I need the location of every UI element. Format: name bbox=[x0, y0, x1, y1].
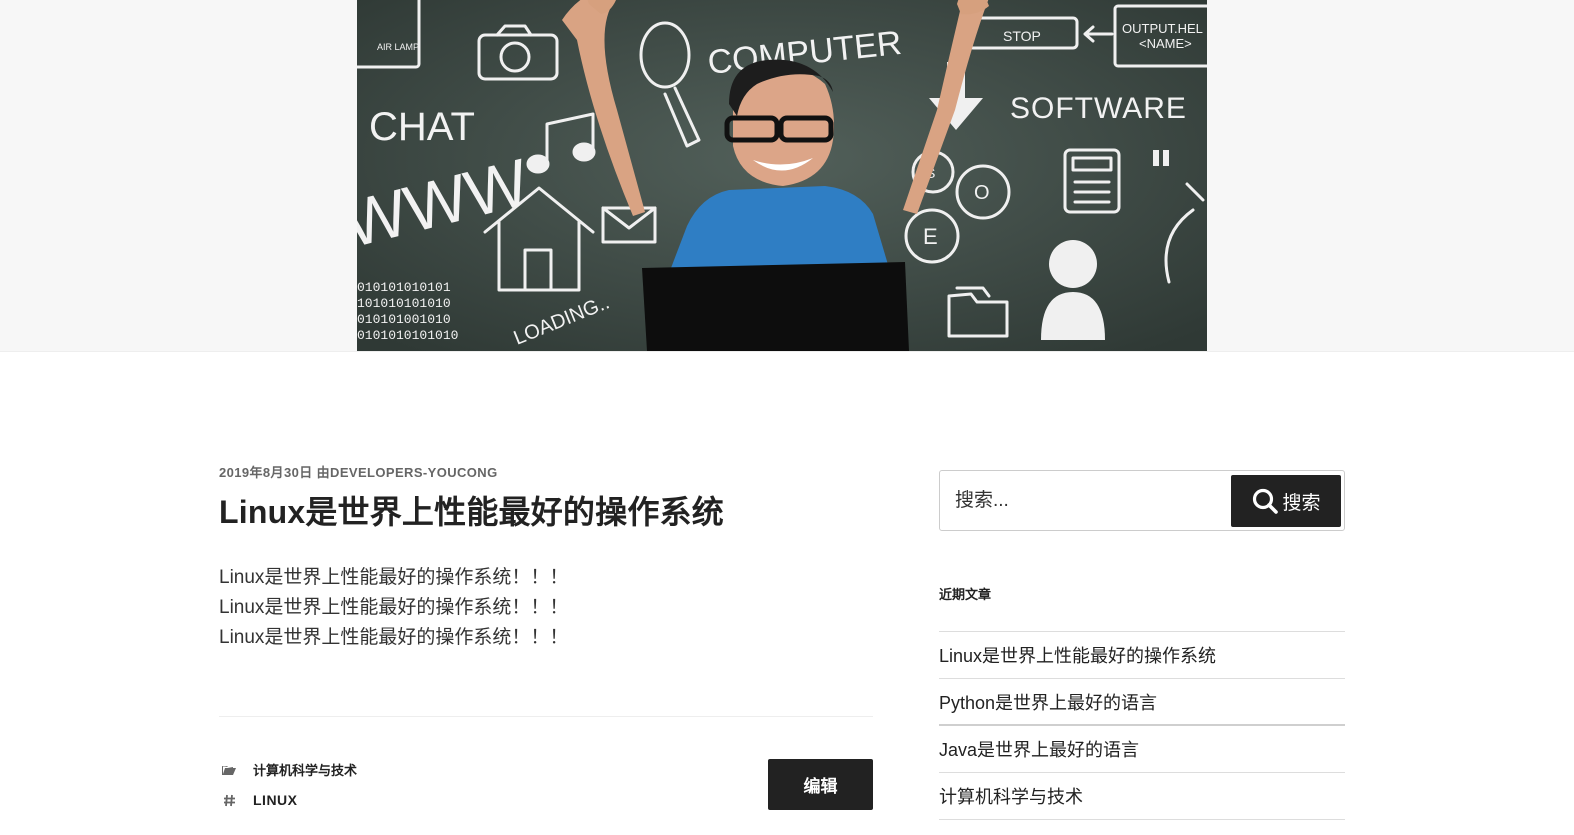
sidebar: 搜索 近期文章 Linux是世界上性能最好的操作系统 Python是世界上最好的… bbox=[939, 470, 1345, 820]
chalk-word: CHAT bbox=[369, 105, 475, 149]
author-link[interactable]: DEVELOPERS-YOUCONG bbox=[330, 465, 498, 480]
entry-meta: 2019年8月30日 由DEVELOPERS-YOUCONG bbox=[219, 462, 873, 481]
chalk-word: AIR LAMP bbox=[377, 42, 419, 52]
post-title: Linux是世界上性能最好的操作系统 bbox=[219, 494, 724, 530]
binary-line: 010101001010 bbox=[357, 312, 451, 327]
recent-post-link[interactable]: 计算机科学与技术 bbox=[939, 773, 1345, 820]
chalk-word: O bbox=[974, 182, 990, 204]
edit-button[interactable]: 编辑 bbox=[768, 759, 873, 810]
chalk-word: SOFTWARE bbox=[1010, 92, 1187, 125]
category-row: 计算机科学与技术 bbox=[219, 760, 357, 779]
search-icon bbox=[1253, 488, 1279, 514]
folder-icon bbox=[219, 764, 239, 776]
category-link[interactable]: 计算机科学与技术 bbox=[253, 760, 357, 779]
post-paragraph: Linux是世界上性能最好的操作系统！！！ bbox=[219, 597, 569, 618]
chalk-word: OUTPUT.HEL bbox=[1122, 21, 1203, 36]
binary-line: 101010101010 bbox=[357, 296, 451, 311]
header-band: AIR LAMP COMPUTER SOFTWARE CHAT WWW STOP… bbox=[0, 0, 1574, 352]
hashtag-icon bbox=[219, 794, 239, 807]
post-date[interactable]: 2019年8月30日 bbox=[219, 465, 313, 480]
binary-line: 0101010101010 bbox=[357, 328, 458, 343]
recent-posts-title: 近期文章 bbox=[939, 587, 992, 602]
chalk-word: STOP bbox=[1003, 28, 1041, 44]
search-button[interactable]: 搜索 bbox=[1231, 475, 1341, 527]
search-button-label: 搜索 bbox=[1282, 492, 1321, 514]
recent-post-link[interactable]: Linux是世界上性能最好的操作系统 bbox=[939, 632, 1345, 679]
tag-row: LINUX bbox=[219, 792, 298, 808]
entry-divider bbox=[219, 716, 873, 717]
by-label: 由 bbox=[316, 465, 331, 480]
laptop-icon bbox=[642, 262, 909, 351]
post-paragraph: Linux是世界上性能最好的操作系统！！！ bbox=[219, 627, 569, 648]
chalk-word: E bbox=[923, 224, 938, 249]
binary-line: 010101010101 bbox=[357, 280, 451, 295]
post-content: Linux是世界上性能最好的操作系统！！！ Linux是世界上性能最好的操作系统… bbox=[219, 563, 873, 653]
search-form: 搜索 bbox=[939, 470, 1345, 531]
post-paragraph: Linux是世界上性能最好的操作系统！！！ bbox=[219, 567, 569, 588]
chalk-word: <NAME> bbox=[1139, 36, 1192, 51]
header-image: AIR LAMP COMPUTER SOFTWARE CHAT WWW STOP… bbox=[357, 0, 1207, 351]
post: 2019年8月30日 由DEVELOPERS-YOUCONG Linux是世界上… bbox=[219, 462, 873, 810]
tag-link[interactable]: LINUX bbox=[253, 792, 298, 808]
entry-footer: 计算机科学与技术 LINUX 编辑 bbox=[219, 756, 873, 816]
recent-posts-list: Linux是世界上性能最好的操作系统 Python是世界上最好的语言 Java是… bbox=[939, 631, 1345, 820]
recent-post-link[interactable]: Java是世界上最好的语言 bbox=[939, 726, 1345, 773]
chalkboard-illustration: AIR LAMP COMPUTER SOFTWARE CHAT WWW STOP… bbox=[357, 0, 1207, 351]
recent-post-link[interactable]: Python是世界上最好的语言 bbox=[939, 679, 1345, 726]
search-input[interactable] bbox=[941, 472, 1231, 529]
